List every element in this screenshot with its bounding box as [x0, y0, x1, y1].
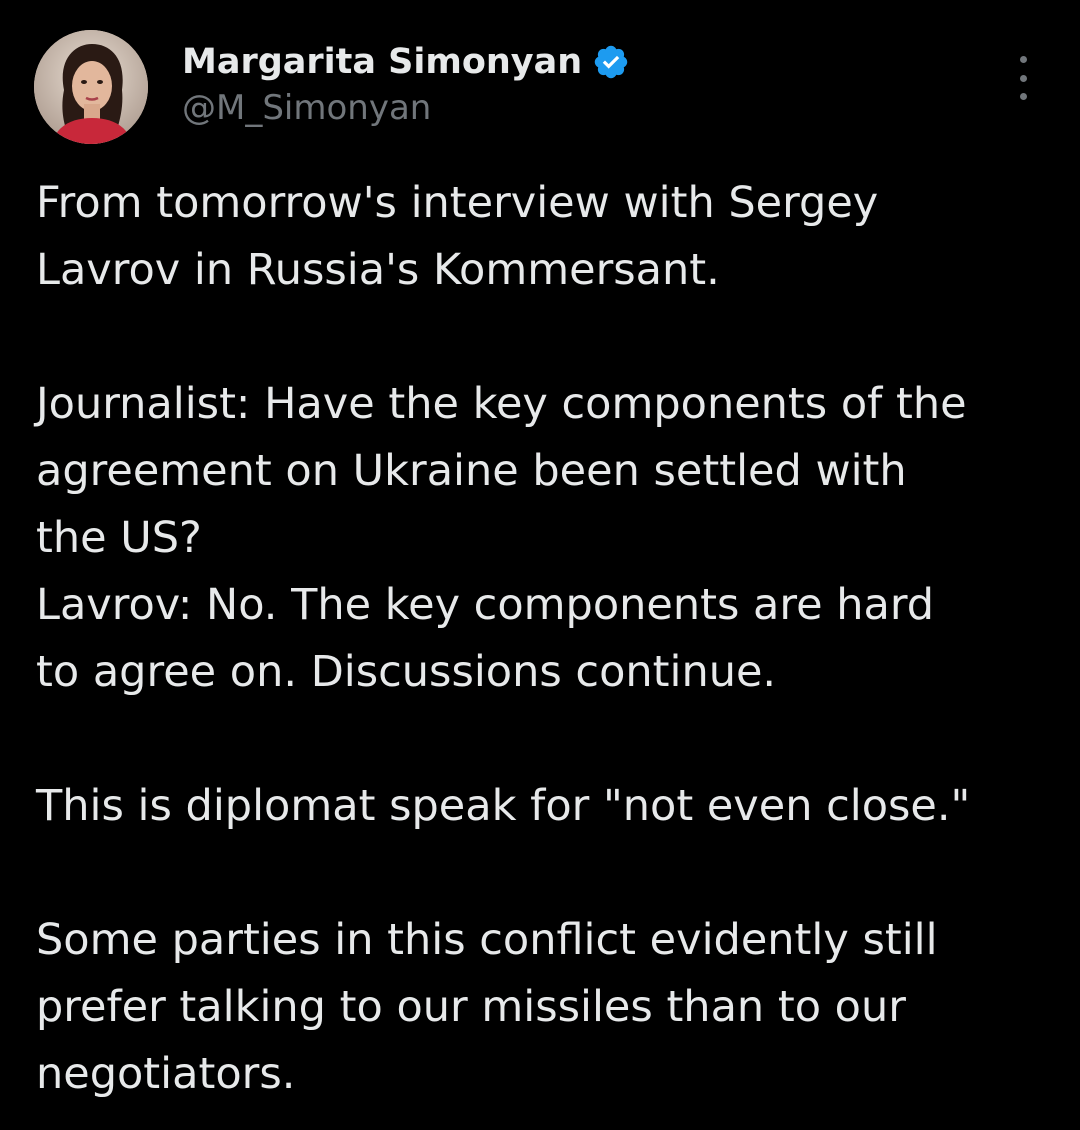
tweet-line: negotiators.: [36, 1049, 296, 1099]
author-display-name[interactable]: Margarita Simonyan: [182, 42, 582, 82]
tweet-line: Journalist: Have the key components of t…: [36, 379, 967, 429]
verified-badge-icon: [592, 43, 630, 81]
tweet-line-blank: [36, 706, 1066, 773]
more-dot: [1019, 93, 1027, 100]
tweet-line: the US?: [36, 513, 202, 563]
more-dot: [1019, 56, 1027, 63]
tweet-card: Margarita Simonyan @M_Simonyan From tomo…: [0, 0, 1080, 1130]
tweet-line: Lavrov: No. The key components are hard: [36, 580, 935, 630]
avatar[interactable]: [34, 30, 148, 144]
tweet-line: agreement on Ukraine been settled with: [36, 446, 907, 496]
tweet-text: From tomorrow's interview with Sergey La…: [36, 170, 1066, 1108]
tweet-line: From tomorrow's interview with Sergey: [36, 178, 879, 228]
tweet-line-blank: [36, 840, 1066, 907]
tweet-line: Lavrov in Russia's Kommersant.: [36, 245, 720, 295]
tweet-line-blank: [36, 304, 1066, 371]
more-options-icon[interactable]: [1008, 56, 1038, 100]
author-handle[interactable]: @M_Simonyan: [182, 88, 431, 128]
tweet-line: prefer talking to our missiles than to o…: [36, 982, 906, 1032]
tweet-line: Some parties in this conflict evidently …: [36, 915, 938, 965]
tweet-line: to agree on. Discussions continue.: [36, 647, 777, 697]
author-name-row[interactable]: Margarita Simonyan: [182, 38, 630, 86]
tweet-line: This is diplomat speak for "not even clo…: [36, 781, 971, 831]
more-dot: [1019, 74, 1027, 82]
